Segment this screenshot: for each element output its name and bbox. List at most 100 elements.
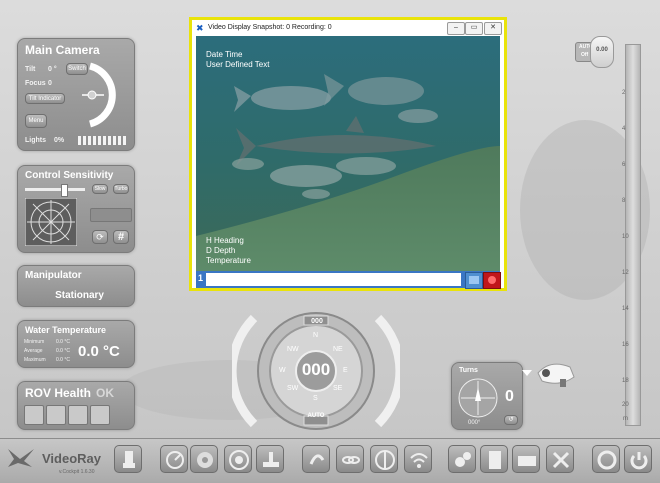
compass-sw-label: SW [287,385,299,392]
rov-health-title: ROV Health [25,386,92,400]
anchor-icon[interactable] [370,445,398,473]
overlay-date-time: Date Time [206,50,243,59]
link-icon[interactable] [336,445,364,473]
cycle-icon[interactable]: ⟳ [92,230,108,244]
lights-level-bar[interactable] [78,136,128,145]
menu-button[interactable]: Menu [25,114,47,128]
turns-panel: Turns 0 000° ↺ [451,362,523,430]
compass-nw-label: NW [287,346,299,353]
lights-label: Lights [25,137,46,144]
hash-button[interactable]: # [113,230,129,244]
refresh-icon[interactable] [592,445,620,473]
record-disc-icon[interactable] [190,445,218,473]
network-icon[interactable] [256,445,284,473]
minimize-icon[interactable]: – [447,22,465,35]
rov-health-panel: ROV Health OK [17,381,135,430]
turns-value: 0 [505,388,514,405]
video-window-title: Video Display Snapshot: 0 Recording: 0 [208,24,332,31]
compass-s-label: S [313,395,318,402]
manipulator-status: Stationary [55,290,104,301]
depth-tick-label: 8 [622,198,626,204]
usb-icon[interactable] [114,445,142,473]
depth-tick-label: 18 [622,378,629,384]
turbo-button[interactable]: Turbo [113,184,129,194]
health-plug-icon [24,405,44,425]
main-camera-title: Main Camera [25,43,100,57]
channel-number: 1 [198,273,204,283]
depth-tick-label: 16 [622,342,629,348]
record-button[interactable] [483,272,501,289]
depth-tick-label: 2 [622,90,626,96]
maximum-label: Maximum [24,357,46,363]
compass-heading-top: 000 [311,318,323,325]
water-temperature-panel: Water Temperature Minimum 0.0 °C Average… [17,320,135,368]
turns-heading: 000° [468,420,481,426]
tilt-indicator-button[interactable]: Tilt Indicator [25,93,65,104]
video-control-bar: 1 [196,271,501,289]
focus-label: Focus [25,80,46,87]
depth-off-label: Off [581,52,589,58]
turns-reset-button[interactable]: ↺ [504,415,518,425]
average-value: 0.0 °C [56,348,70,354]
compass-ne-label: NE [333,346,343,353]
overlay-user-text: User Defined Text [206,60,270,69]
underwater-scene-image [196,36,500,284]
depth-value-display: 0.00 [590,36,614,68]
main-camera-panel: Main Camera Tilt 0 ° Switch Focus 0 Tilt… [17,38,135,151]
depth-tick-label: 6 [622,162,626,168]
camera-icon[interactable] [512,445,540,473]
overlay-temperature: Temperature [206,256,251,265]
videoray-logo-icon [8,449,34,467]
gauge-icon[interactable] [160,445,188,473]
compass-mode[interactable]: AUTO [304,413,328,419]
sensitivity-input-box[interactable] [90,208,132,222]
depth-tick-label: 14 [622,306,629,312]
maximum-value: 0.0 °C [56,357,70,363]
app-logo-icon: ✖ [196,23,204,33]
video-window-titlebar[interactable]: ✖ Video Display Snapshot: 0 Recording: 0… [192,20,504,36]
settings-icon[interactable] [448,445,476,473]
depth-tick-label: 4 [622,126,626,132]
video-camera-icon[interactable] [224,445,252,473]
rotate-icon[interactable] [302,445,330,473]
photo-icon [469,276,479,284]
depth-tick-label: 20 [622,402,629,408]
compass-e-label: E [343,367,348,374]
compass-se-label: SE [333,385,343,392]
control-sensitivity-panel: Control Sensitivity Slow Turbo ⟳ # [17,165,135,253]
snapshot-button[interactable] [465,272,483,289]
manipulator-title: Manipulator [25,270,82,281]
brand-name: VideoRay [42,451,102,466]
slider-handle[interactable] [61,184,68,197]
overlay-heading: H Heading [206,236,244,245]
power-icon[interactable] [624,445,652,473]
health-temperature-icon [90,405,110,425]
rov-health-status: OK [96,386,114,400]
maximize-icon[interactable]: ▭ [465,22,483,35]
minimum-value: 0.0 °C [56,339,70,345]
depth-tick-label: 12 [622,270,629,276]
focus-value: 0 [48,80,52,87]
video-display-window[interactable]: ✖ Video Display Snapshot: 0 Recording: 0… [189,17,507,291]
joystick-grid-icon[interactable] [25,198,77,246]
tilt-gauge-icon[interactable] [80,61,132,129]
lights-value: 0% [54,137,65,144]
health-signal-icon [46,405,66,425]
compass-n-label: N [313,332,319,339]
video-text-input[interactable] [206,273,461,286]
tools-icon[interactable] [546,445,574,473]
water-temperature-title: Water Temperature [25,325,107,335]
tilt-value: 0 ° [48,66,57,73]
slow-button[interactable]: Slow [92,184,108,194]
current-temperature: 0.0 °C [78,343,120,360]
close-icon[interactable]: ✕ [484,22,502,35]
turns-compass-icon [458,378,498,418]
video-feed: Date Time User Defined Text H Heading D … [196,36,500,284]
record-icon [488,276,496,284]
document-icon[interactable] [480,445,508,473]
sensitivity-slider[interactable] [25,184,85,197]
wifi-icon[interactable] [404,445,432,473]
brand-version: v.Cockpit 1.6.30 [59,469,95,475]
control-sensitivity-title: Control Sensitivity [25,170,114,181]
tilt-label: Tilt [25,66,36,73]
